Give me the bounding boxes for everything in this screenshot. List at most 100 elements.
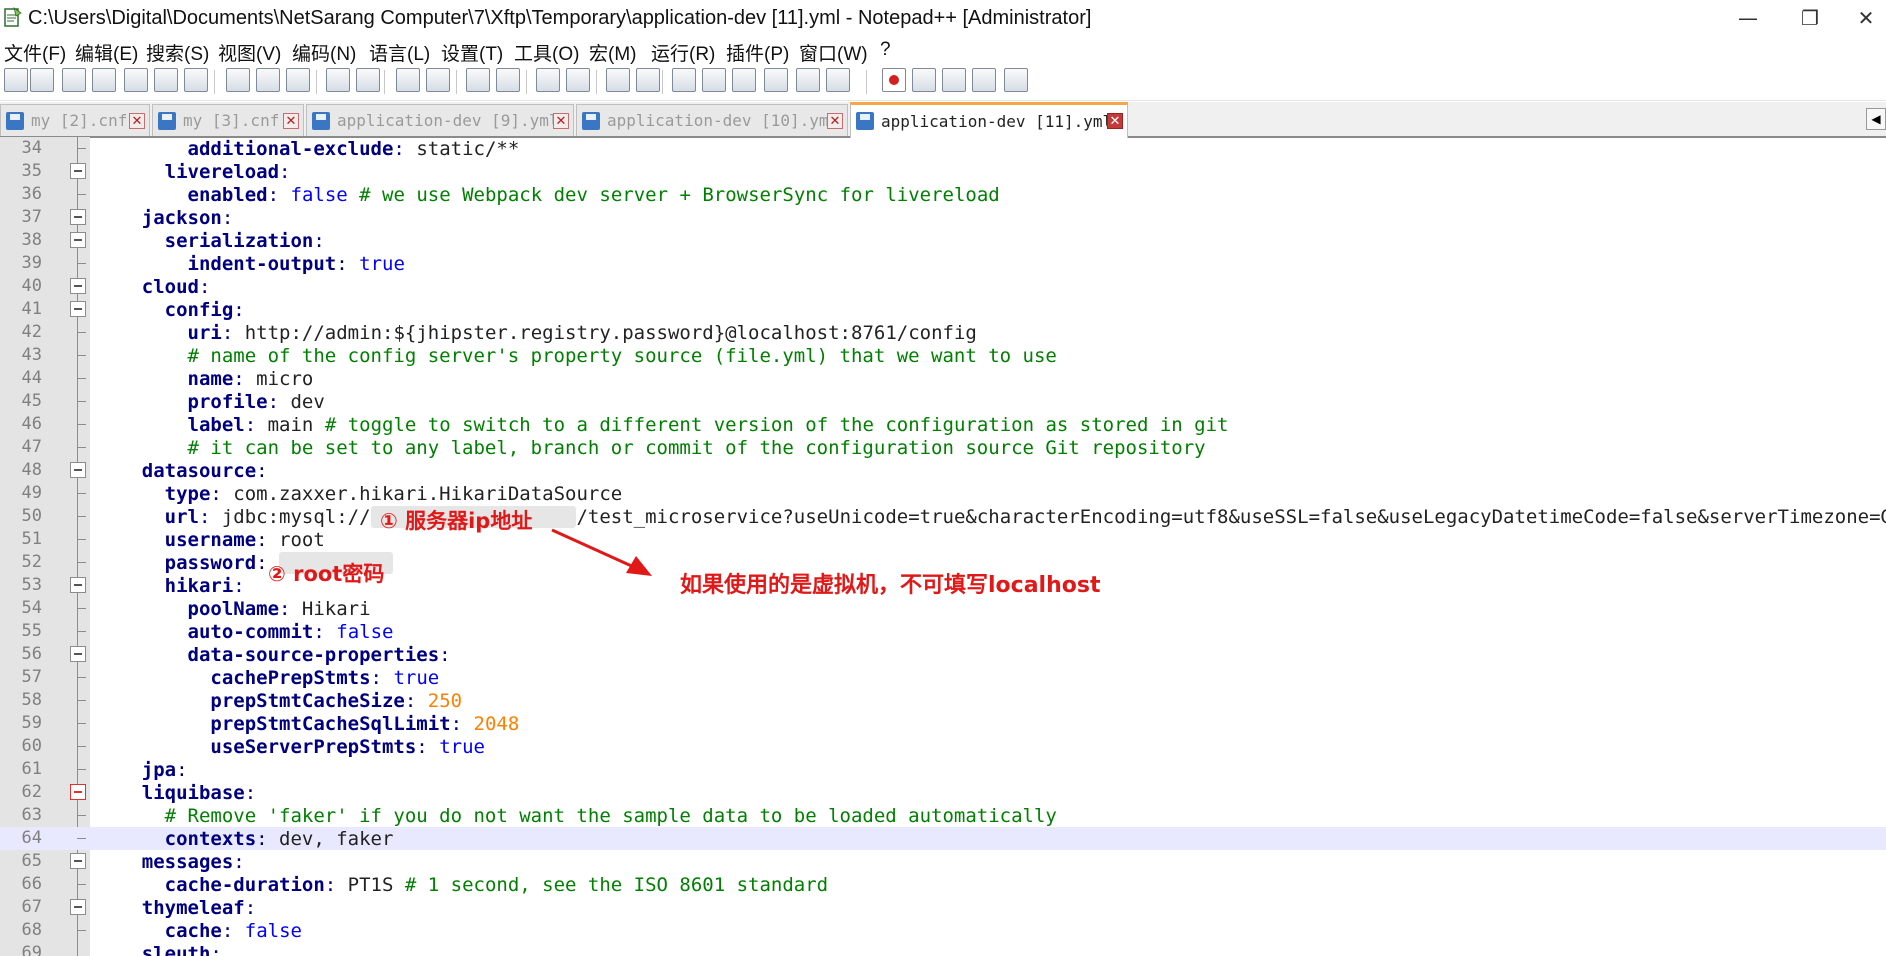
code-line[interactable]: 38 serialization:	[0, 229, 1886, 252]
menu-view[interactable]: 视图(V)	[218, 39, 281, 66]
zoom-out-icon[interactable]	[496, 68, 520, 92]
close-all-icon[interactable]	[154, 68, 178, 92]
redo-icon[interactable]	[356, 68, 380, 92]
tab-close-icon[interactable]: ✕	[1107, 113, 1123, 129]
tab-scroll-left-button[interactable]: ◀	[1866, 108, 1886, 130]
save-icon[interactable]	[62, 68, 86, 92]
fold-toggle-icon[interactable]	[70, 232, 86, 248]
code-line[interactable]: 61 jpa:	[0, 758, 1886, 781]
tab-application-dev-10[interactable]: application-dev [10].yml ✕	[576, 104, 848, 136]
code-line[interactable]: 55 auto-commit: false	[0, 620, 1886, 643]
code-line[interactable]: 66 cache-duration: PT1S # 1 second, see …	[0, 873, 1886, 896]
monitoring-icon[interactable]	[826, 68, 850, 92]
menu-settings[interactable]: 设置(T)	[441, 39, 503, 66]
fold-toggle-icon[interactable]	[70, 209, 86, 225]
tab-close-icon[interactable]: ✕	[283, 113, 299, 129]
maximize-button[interactable]: ❐	[1790, 4, 1830, 32]
code-line[interactable]: 65 messages:	[0, 850, 1886, 873]
menu-language[interactable]: 语言(L)	[369, 39, 430, 66]
minimize-button[interactable]: —	[1728, 4, 1768, 32]
tab-close-icon[interactable]: ✕	[129, 113, 145, 129]
word-wrap-icon[interactable]	[606, 68, 630, 92]
tab-application-dev-11[interactable]: application-dev [11].yml ✕	[850, 102, 1128, 138]
menu-tools[interactable]: 工具(O)	[514, 39, 579, 66]
show-all-chars-icon[interactable]	[636, 68, 660, 92]
menu-help[interactable]: ?	[880, 39, 891, 61]
editor-area[interactable]: 34 additional-exclude: static/** 35 liver…	[0, 137, 1886, 956]
copy-icon[interactable]	[256, 68, 280, 92]
save-all-icon[interactable]	[92, 68, 116, 92]
find-icon[interactable]	[396, 68, 420, 92]
code-line[interactable]: 57 cachePrepStmts: true	[0, 666, 1886, 689]
zoom-in-icon[interactable]	[466, 68, 490, 92]
menu-macro[interactable]: 宏(M)	[589, 39, 636, 66]
code-line[interactable]: 62 liquibase:	[0, 781, 1886, 804]
code-line[interactable]: 50 url: jdbc:mysql:// /test_microservice…	[0, 505, 1886, 528]
code-line[interactable]: 63 # Remove 'faker' if you do not want t…	[0, 804, 1886, 827]
code-line[interactable]: 64 contexts: dev, faker	[0, 827, 1886, 850]
code-line[interactable]: 34 additional-exclude: static/**	[0, 137, 1886, 160]
run-macro-multiple-icon[interactable]	[972, 68, 996, 92]
tab-close-icon[interactable]: ✕	[827, 113, 843, 129]
fold-toggle-icon[interactable]	[70, 646, 86, 662]
code-line[interactable]: 68 cache: false	[0, 919, 1886, 942]
undo-icon[interactable]	[326, 68, 350, 92]
stop-record-icon[interactable]	[912, 68, 936, 92]
close-icon[interactable]	[124, 68, 148, 92]
code-line[interactable]: 45 profile: dev	[0, 390, 1886, 413]
folder-workspace-icon[interactable]	[796, 68, 820, 92]
close-window-button[interactable]: ✕	[1846, 4, 1886, 32]
fold-toggle-icon[interactable]	[70, 784, 86, 800]
menu-edit[interactable]: 编辑(E)	[75, 39, 138, 66]
code-line[interactable]: 48 datasource:	[0, 459, 1886, 482]
tab-close-icon[interactable]: ✕	[553, 113, 569, 129]
fold-toggle-icon[interactable]	[70, 577, 86, 593]
code-line[interactable]: 40 cloud:	[0, 275, 1886, 298]
menu-file[interactable]: 文件(F)	[4, 39, 66, 66]
code-line[interactable]: 46 label: main # toggle to switch to a d…	[0, 413, 1886, 436]
document-map-icon[interactable]	[732, 68, 756, 92]
code-line[interactable]: 56 data-source-properties:	[0, 643, 1886, 666]
code-line[interactable]: 41 config:	[0, 298, 1886, 321]
code-line[interactable]: 58 prepStmtCacheSize: 250	[0, 689, 1886, 712]
code-line[interactable]: 39 indent-output: true	[0, 252, 1886, 275]
code-line[interactable]: 54 poolName: Hikari	[0, 597, 1886, 620]
code-line[interactable]: 47 # it can be set to any label, branch …	[0, 436, 1886, 459]
menu-window[interactable]: 窗口(W)	[799, 39, 868, 66]
code-line[interactable]: 36 enabled: false # we use Webpack dev s…	[0, 183, 1886, 206]
menu-plugins[interactable]: 插件(P)	[726, 39, 789, 66]
code-line[interactable]: 43 # name of the config server's propert…	[0, 344, 1886, 367]
fold-toggle-icon[interactable]	[70, 278, 86, 294]
tab-application-dev-9[interactable]: application-dev [9].yml ✕	[306, 104, 574, 136]
fold-toggle-icon[interactable]	[70, 301, 86, 317]
cut-icon[interactable]	[226, 68, 250, 92]
tab-my-2-cnf[interactable]: my [2].cnf ✕	[0, 104, 150, 136]
menu-encoding[interactable]: 编码(N)	[292, 39, 356, 66]
record-macro-icon[interactable]	[882, 68, 906, 92]
fold-toggle-icon[interactable]	[70, 163, 86, 179]
menu-run[interactable]: 运行(R)	[651, 39, 715, 66]
sync-horizontal-icon[interactable]	[566, 68, 590, 92]
code-line[interactable]: 51 username: root	[0, 528, 1886, 551]
fold-toggle-icon[interactable]	[70, 899, 86, 915]
paste-icon[interactable]	[286, 68, 310, 92]
open-file-icon[interactable]	[30, 68, 54, 92]
code-line[interactable]: 35 livereload:	[0, 160, 1886, 183]
fold-toggle-icon[interactable]	[70, 462, 86, 478]
print-icon[interactable]	[184, 68, 208, 92]
user-language-icon[interactable]	[702, 68, 726, 92]
code-line[interactable]: 49 type: com.zaxxer.hikari.HikariDataSou…	[0, 482, 1886, 505]
code-line[interactable]: 67 thymeleaf:	[0, 896, 1886, 919]
tab-my-3-cnf[interactable]: my [3].cnf ✕	[152, 104, 304, 136]
code-line[interactable]: 37 jackson:	[0, 206, 1886, 229]
save-macro-icon[interactable]	[1004, 68, 1028, 92]
menu-search[interactable]: 搜索(S)	[146, 39, 209, 66]
function-list-icon[interactable]	[764, 68, 788, 92]
code-line[interactable]: 60 useServerPrepStmts: true	[0, 735, 1886, 758]
code-line[interactable]: 44 name: micro	[0, 367, 1886, 390]
playback-macro-icon[interactable]	[942, 68, 966, 92]
fold-toggle-icon[interactable]	[70, 853, 86, 869]
code-line[interactable]: 59 prepStmtCacheSqlLimit: 2048	[0, 712, 1886, 735]
indent-guide-icon[interactable]	[672, 68, 696, 92]
sync-vertical-icon[interactable]	[536, 68, 560, 92]
